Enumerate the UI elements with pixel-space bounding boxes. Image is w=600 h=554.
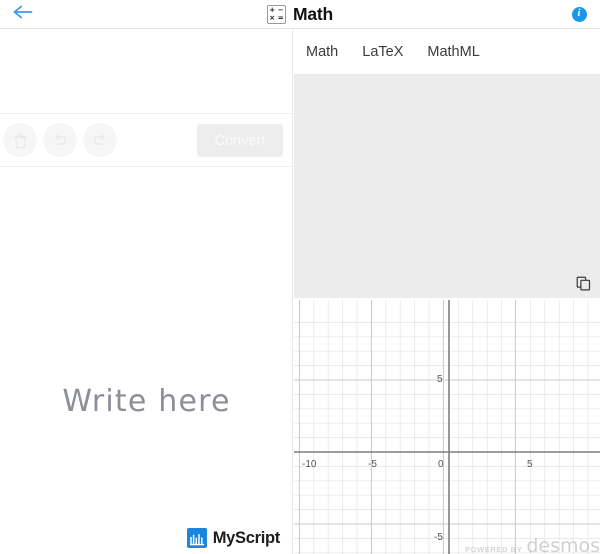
page-title: Math xyxy=(292,4,334,24)
header-title-group: + − × = Math xyxy=(0,0,600,29)
undo-icon xyxy=(54,133,67,145)
tab-math[interactable]: Math xyxy=(304,41,340,63)
info-icon: i xyxy=(571,7,587,22)
graph-canvas xyxy=(294,300,600,554)
result-panel: Math LaTeX MathML -10 -5 0 5 5 -5 POWERE… xyxy=(294,29,600,554)
write-here-placeholder: Write here xyxy=(62,384,231,419)
result-tabs: Math LaTeX MathML xyxy=(294,29,600,74)
info-button[interactable]: i xyxy=(563,0,595,29)
x-tick-label-neg10: -10 xyxy=(302,459,317,470)
myscript-branding: MyScript xyxy=(186,528,281,548)
back-button[interactable] xyxy=(6,0,40,29)
tab-latex[interactable]: LaTeX xyxy=(360,41,405,63)
app-header: + − × = Math i xyxy=(0,0,600,29)
erase-button[interactable] xyxy=(3,123,37,157)
undo-button[interactable] xyxy=(43,123,77,157)
icon-symbol-minus: − xyxy=(277,5,284,14)
y-tick-label-5: 5 xyxy=(437,374,443,385)
copy-button[interactable] xyxy=(572,272,594,294)
desmos-graph[interactable]: -10 -5 0 5 5 -5 POWERED BY desmos xyxy=(294,300,600,554)
convert-button[interactable]: Convert xyxy=(197,124,283,157)
x-tick-label-5: 5 xyxy=(527,459,533,470)
writing-toolbar: Convert xyxy=(0,113,292,167)
y-tick-label-neg5: -5 xyxy=(434,532,443,543)
desmos-watermark: POWERED BY desmos xyxy=(465,537,600,554)
back-arrow-icon xyxy=(12,4,34,25)
icon-symbol-times: × xyxy=(269,14,276,23)
redo-button[interactable] xyxy=(83,123,117,157)
x-tick-label-0: 0 xyxy=(438,459,444,470)
result-output-area[interactable] xyxy=(294,74,600,298)
math-app-window: + − × = Math i Convert Write here MyScri… xyxy=(0,0,600,554)
icon-symbol-equals: = xyxy=(277,14,284,23)
writing-panel[interactable]: Convert Write here MyScript xyxy=(0,29,293,554)
icon-symbol-plus: + xyxy=(269,5,276,14)
x-tick-label-neg5: -5 xyxy=(368,459,377,470)
math-grid-icon: + − × = xyxy=(266,5,286,24)
trash-icon xyxy=(13,133,27,148)
redo-icon xyxy=(93,133,106,145)
myscript-logo-icon xyxy=(186,528,207,548)
myscript-wordmark: MyScript xyxy=(212,528,281,547)
desmos-watermark-prefix: POWERED BY xyxy=(465,545,523,554)
copy-icon xyxy=(576,276,590,290)
tab-mathml[interactable]: MathML xyxy=(425,41,481,63)
desmos-watermark-name: desmos xyxy=(526,535,600,554)
